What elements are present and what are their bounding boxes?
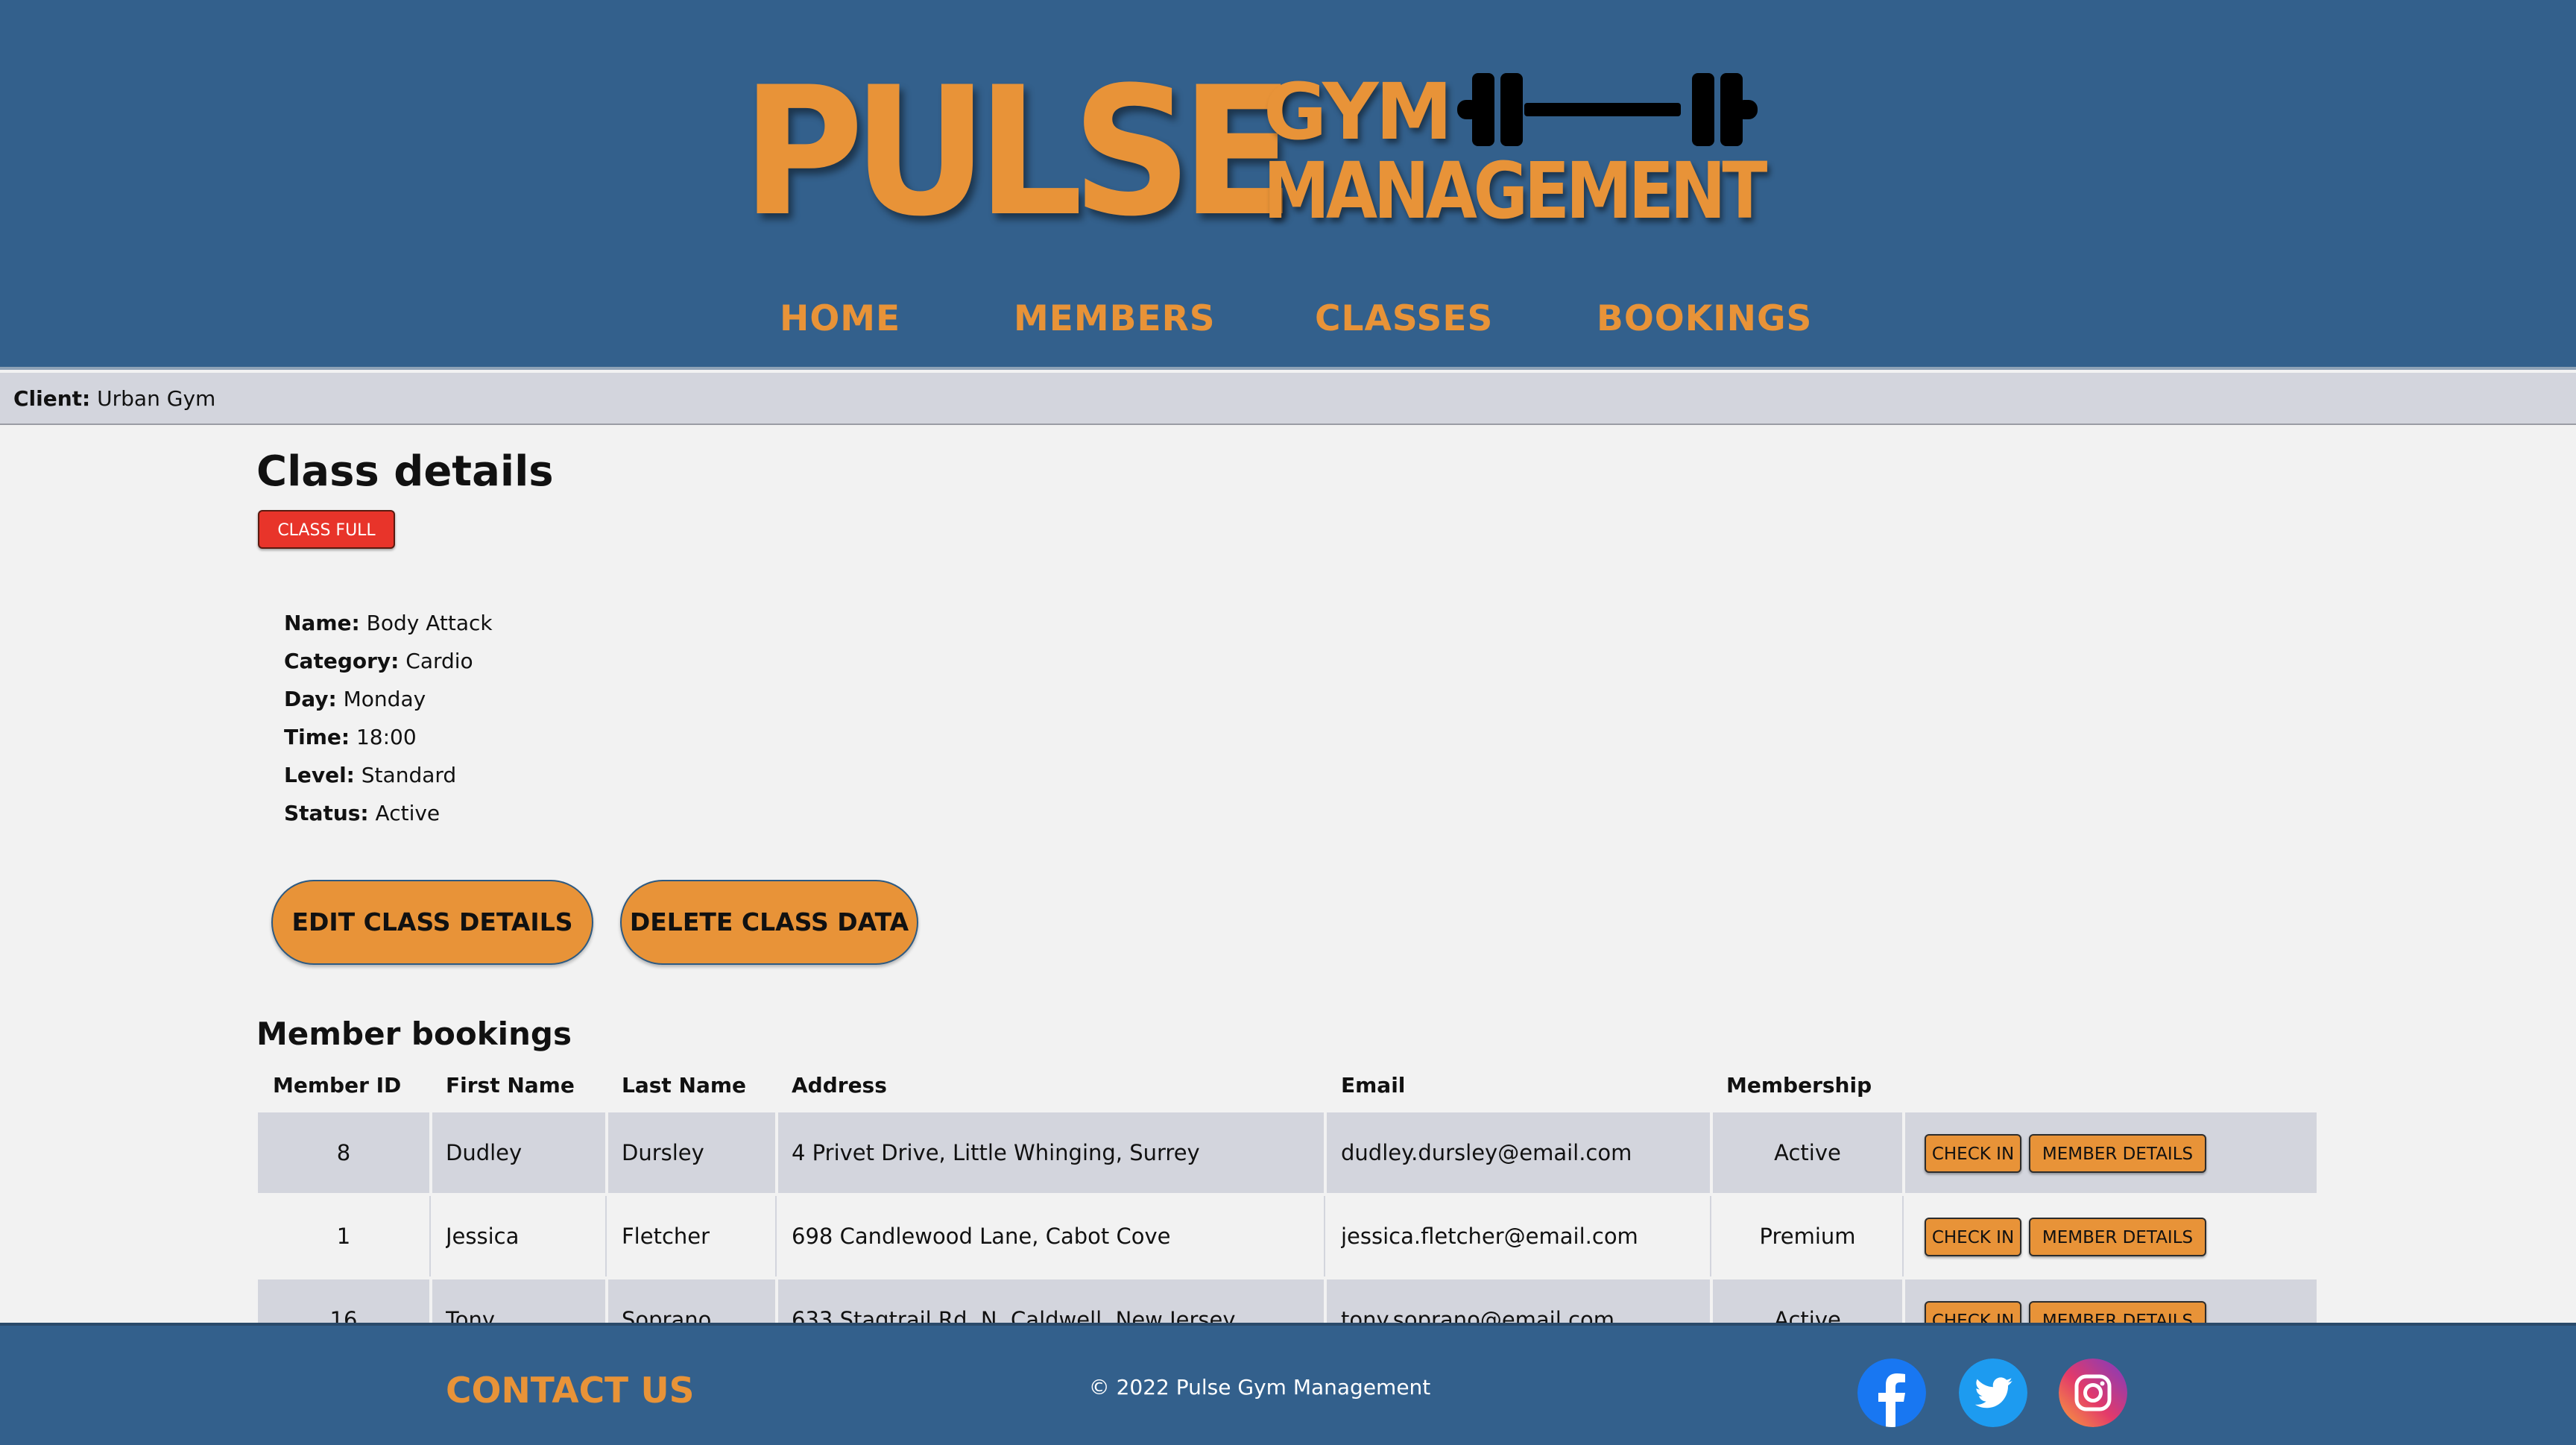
site-footer: CONTACT US © 2022 Pulse Gym Management: [0, 1323, 2576, 1445]
check-in-button[interactable]: CHECK IN: [1925, 1134, 2021, 1173]
delete-class-button[interactable]: DELETE CLASS DATA: [620, 880, 918, 965]
col-membership: Membership: [1726, 1073, 1872, 1098]
col-member-id: Member ID: [273, 1073, 402, 1098]
nav-members[interactable]: MEMBERS: [1014, 298, 1216, 339]
barbell-icon: [1457, 73, 1758, 146]
client-bar: Client: Urban Gym: [0, 373, 2576, 425]
nav-classes[interactable]: CLASSES: [1315, 298, 1493, 339]
col-address: Address: [792, 1073, 887, 1098]
client-label: Client:: [13, 386, 91, 411]
cell-last-name: Fletcher: [622, 1224, 710, 1249]
class-details-list: Name: Body Attack Category: Cardio Day: …: [284, 604, 493, 832]
bookings-heading: Member bookings: [256, 1016, 572, 1052]
member-details-button[interactable]: MEMBER DETAILS: [2029, 1134, 2206, 1173]
cell-membership: Premium: [1759, 1224, 1856, 1249]
logo-wordmark: PULSE: [742, 49, 1295, 256]
table-row: 8 Dudley Dursley 4 Privet Drive, Little …: [258, 1112, 2317, 1193]
detail-level: Level: Standard: [284, 763, 457, 787]
logo-line-gym: GYM: [1263, 66, 1453, 157]
edit-class-button[interactable]: EDIT CLASS DETAILS: [271, 880, 593, 965]
detail-status: Status: Active: [284, 801, 441, 825]
col-first-name: First Name: [446, 1073, 575, 1098]
instagram-icon[interactable]: [2059, 1359, 2127, 1427]
pulse-logo[interactable]: PULSE GYM MANAGEMENT: [742, 49, 1822, 256]
cell-email: jessica.fletcher@email.com: [1341, 1224, 1638, 1249]
detail-time: Time: 18:00: [284, 725, 417, 749]
class-full-badge: CLASS FULL: [258, 510, 395, 549]
detail-name: Name: Body Attack: [284, 611, 493, 635]
cell-member-id: 8: [336, 1140, 351, 1165]
member-details-button[interactable]: MEMBER DETAILS: [2029, 1218, 2206, 1256]
cell-membership: Active: [1774, 1140, 1841, 1165]
cell-last-name: Dursley: [622, 1140, 704, 1165]
cell-first-name: Dudley: [446, 1140, 523, 1165]
site-header: PULSE GYM MANAGEMENT HOME MEMBERS CLASSE…: [0, 0, 2576, 370]
page-title: Class details: [256, 447, 554, 496]
col-last-name: Last Name: [622, 1073, 747, 1098]
col-email: Email: [1341, 1073, 1406, 1098]
cell-email: dudley.dursley@email.com: [1341, 1140, 1632, 1165]
client-name: Urban Gym: [97, 386, 216, 411]
check-in-button[interactable]: CHECK IN: [1925, 1218, 2021, 1256]
facebook-icon[interactable]: [1857, 1359, 1926, 1427]
cell-address: 4 Privet Drive, Little Whinging, Surrey: [792, 1140, 1200, 1165]
main-nav: HOME MEMBERS CLASSES BOOKINGS: [0, 298, 2576, 350]
twitter-icon[interactable]: [1959, 1359, 2027, 1427]
nav-bookings[interactable]: BOOKINGS: [1597, 298, 1812, 339]
logo-line-management: MANAGEMENT: [1263, 145, 1767, 236]
cell-member-id: 1: [336, 1224, 351, 1249]
table-row: 1 Jessica Fletcher 698 Candlewood Lane, …: [258, 1196, 2317, 1276]
copyright-text: © 2022 Pulse Gym Management: [1088, 1375, 1431, 1400]
detail-day: Day: Monday: [284, 687, 426, 711]
cell-address: 698 Candlewood Lane, Cabot Cove: [792, 1224, 1171, 1249]
detail-category: Category: Cardio: [284, 649, 473, 673]
nav-home[interactable]: HOME: [780, 298, 900, 339]
cell-first-name: Jessica: [446, 1224, 520, 1249]
